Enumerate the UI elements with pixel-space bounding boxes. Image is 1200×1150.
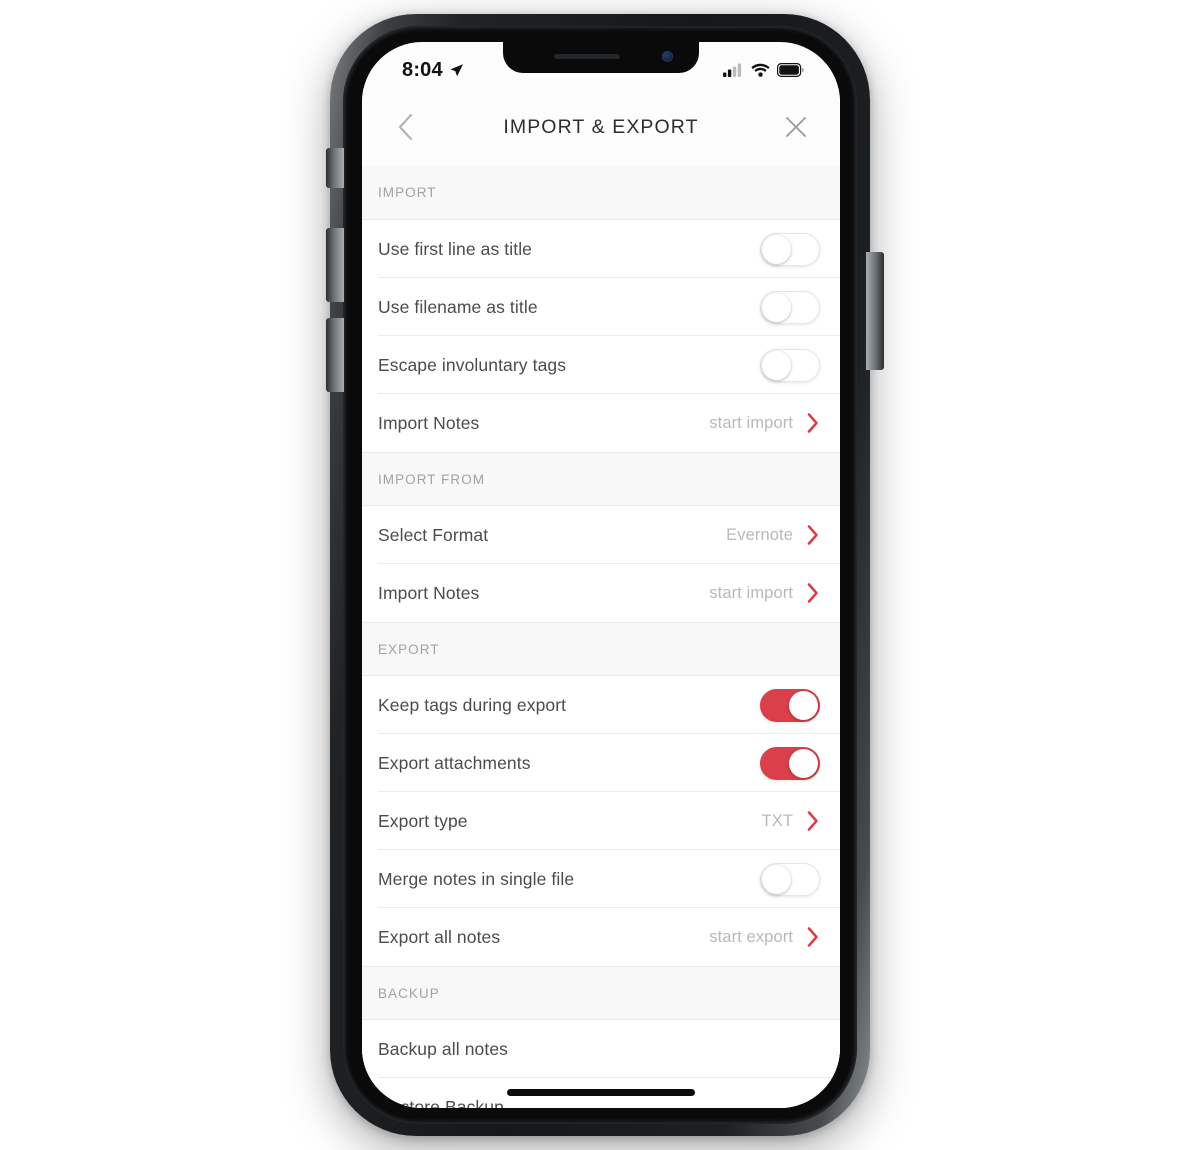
toggle-switch[interactable] <box>760 232 820 266</box>
row-export-attachments[interactable]: Export attachments <box>362 734 840 792</box>
row-merge-notes-in-single-file[interactable]: Merge notes in single file <box>362 850 840 908</box>
row-use-first-line-as-title[interactable]: Use first line as title <box>362 220 840 278</box>
chevron-right-icon <box>807 927 818 947</box>
section-header-label: EXPORT <box>378 641 440 657</box>
row-accessory: start export <box>709 926 820 948</box>
row-select-format[interactable]: Select Format Evernote <box>362 506 840 564</box>
row-value: start import <box>709 413 793 432</box>
row-escape-involuntary-tags[interactable]: Escape involuntary tags <box>362 336 840 394</box>
close-x-icon <box>786 117 806 137</box>
clock-label: 8:04 <box>402 58 443 81</box>
row-label: Import Notes <box>378 412 480 433</box>
home-indicator[interactable] <box>507 1089 695 1096</box>
volume-down-button[interactable] <box>326 318 344 392</box>
toggle-switch[interactable] <box>760 688 820 722</box>
row-accessory <box>760 746 820 780</box>
section-header-label: BACKUP <box>378 985 440 1001</box>
chevron-left-icon <box>398 113 413 141</box>
section-header-import: IMPORT <box>362 166 840 220</box>
back-button[interactable] <box>386 107 426 147</box>
row-import-notes-from[interactable]: Import Notes start import <box>362 564 840 622</box>
row-label: Backup all notes <box>378 1038 509 1059</box>
chevron-right-icon <box>807 413 818 433</box>
row-label: Select Format <box>378 524 489 545</box>
toggle-switch[interactable] <box>760 746 820 780</box>
section-header-label: IMPORT FROM <box>378 471 486 487</box>
row-label: Restore Backup <box>378 1096 504 1109</box>
toggle-switch[interactable] <box>760 290 820 324</box>
row-label: Use first line as title <box>378 238 533 259</box>
location-arrow-icon <box>450 63 463 76</box>
row-accessory <box>760 232 820 266</box>
toggle-switch[interactable] <box>760 348 820 382</box>
row-value: start import <box>709 583 793 602</box>
row-accessory: TXT <box>762 810 820 832</box>
battery-full-icon <box>777 63 804 77</box>
section-header-label: IMPORT <box>378 185 437 200</box>
chevron-right-icon <box>807 583 818 603</box>
row-accessory <box>760 688 820 722</box>
status-bar-left: 8:04 <box>402 59 464 82</box>
wifi-icon <box>751 63 770 77</box>
section-header-backup: BACKUP <box>362 966 840 1020</box>
cellular-signal-icon <box>723 63 742 77</box>
toggle-knob <box>762 350 791 380</box>
row-label: Escape involuntary tags <box>378 354 567 375</box>
row-label: Keep tags during export <box>378 694 567 715</box>
toggle-switch[interactable] <box>760 862 820 896</box>
row-accessory <box>760 862 820 896</box>
row-keep-tags-during-export[interactable]: Keep tags during export <box>362 676 840 734</box>
toggle-knob <box>762 864 791 894</box>
chevron-right-icon <box>807 811 818 831</box>
row-accessory <box>760 290 820 324</box>
power-button[interactable] <box>866 252 884 370</box>
speaker-grille <box>554 54 620 59</box>
row-backup-all-notes[interactable]: Backup all notes <box>362 1020 840 1078</box>
row-accessory: Evernote <box>726 524 820 546</box>
row-value: start export <box>709 927 793 946</box>
section-header-export: EXPORT <box>362 622 840 676</box>
row-label: Import Notes <box>378 582 480 603</box>
row-export-type[interactable]: Export type TXT <box>362 792 840 850</box>
row-value: Evernote <box>726 525 793 544</box>
status-bar-right <box>723 63 806 77</box>
notch <box>503 42 699 73</box>
phone-screen: 8:04 IMPORT & EXPORT IMPORT Use first li… <box>362 42 840 1108</box>
navigation-bar: IMPORT & EXPORT <box>362 88 840 166</box>
screenshot-stage: 8:04 IMPORT & EXPORT IMPORT Use first li… <box>0 0 1200 1150</box>
row-accessory: start import <box>709 412 820 434</box>
toggle-knob <box>789 690 818 720</box>
section-header-import-from: IMPORT FROM <box>362 452 840 506</box>
row-export-all-notes[interactable]: Export all notes start export <box>362 908 840 966</box>
close-button[interactable] <box>776 107 816 147</box>
row-import-notes[interactable]: Import Notes start import <box>362 394 840 452</box>
row-accessory <box>760 348 820 382</box>
row-label: Merge notes in single file <box>378 868 575 889</box>
page-title: IMPORT & EXPORT <box>503 115 699 138</box>
row-label: Use filename as title <box>378 296 538 317</box>
row-value: TXT <box>761 811 793 830</box>
row-label: Export all notes <box>378 926 501 947</box>
row-label: Export attachments <box>378 752 531 773</box>
settings-list[interactable]: IMPORT Use first line as title Use filen… <box>362 166 840 1108</box>
toggle-knob <box>762 292 791 322</box>
row-accessory: start import <box>709 582 820 604</box>
chevron-right-icon <box>807 525 818 545</box>
toggle-knob <box>789 748 818 778</box>
front-camera-icon <box>662 51 673 62</box>
volume-up-button[interactable] <box>326 228 344 302</box>
mute-switch-button[interactable] <box>326 148 344 188</box>
row-label: Export type <box>378 810 468 831</box>
toggle-knob <box>762 234 791 264</box>
row-use-filename-as-title[interactable]: Use filename as title <box>362 278 840 336</box>
